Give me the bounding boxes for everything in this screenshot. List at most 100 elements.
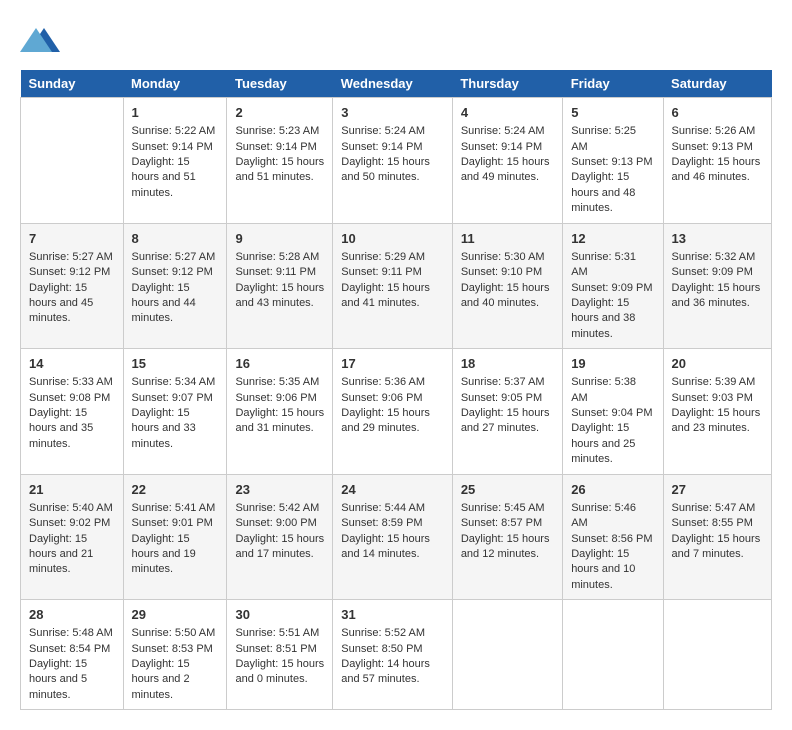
calendar-cell: 4Sunrise: 5:24 AMSunset: 9:14 PMDaylight…	[452, 98, 562, 224]
day-number: 19	[571, 355, 654, 373]
calendar-header: SundayMondayTuesdayWednesdayThursdayFrid…	[21, 70, 772, 98]
daylight: Daylight: 15 hours and 36 minutes.	[672, 281, 763, 312]
logo-icon	[20, 20, 60, 60]
sunset: Sunset: 9:14 PM	[235, 140, 324, 155]
day-number: 20	[672, 355, 763, 373]
calendar-cell: 25Sunrise: 5:45 AMSunset: 8:57 PMDayligh…	[452, 474, 562, 600]
sunset: Sunset: 9:12 PM	[132, 265, 219, 280]
sunrise: Sunrise: 5:24 AM	[461, 124, 554, 139]
calendar-week: 21Sunrise: 5:40 AMSunset: 9:02 PMDayligh…	[21, 474, 772, 600]
calendar-cell: 5Sunrise: 5:25 AMSunset: 9:13 PMDaylight…	[563, 98, 663, 224]
calendar-cell: 13Sunrise: 5:32 AMSunset: 9:09 PMDayligh…	[663, 223, 771, 349]
daylight: Daylight: 15 hours and 41 minutes.	[341, 281, 444, 312]
sunrise: Sunrise: 5:48 AM	[29, 626, 115, 641]
sunrise: Sunrise: 5:27 AM	[29, 250, 115, 265]
sunset: Sunset: 8:55 PM	[672, 516, 763, 531]
day-number: 26	[571, 481, 654, 499]
calendar-cell: 1Sunrise: 5:22 AMSunset: 9:14 PMDaylight…	[123, 98, 227, 224]
calendar-cell: 31Sunrise: 5:52 AMSunset: 8:50 PMDayligh…	[333, 600, 453, 710]
sunrise: Sunrise: 5:42 AM	[235, 501, 324, 516]
sunrise: Sunrise: 5:47 AM	[672, 501, 763, 516]
header-row: SundayMondayTuesdayWednesdayThursdayFrid…	[21, 70, 772, 98]
daylight: Daylight: 15 hours and 21 minutes.	[29, 532, 115, 578]
daylight: Daylight: 15 hours and 40 minutes.	[461, 281, 554, 312]
sunrise: Sunrise: 5:40 AM	[29, 501, 115, 516]
day-number: 5	[571, 104, 654, 122]
header-day: Friday	[563, 70, 663, 98]
calendar-week: 28Sunrise: 5:48 AMSunset: 8:54 PMDayligh…	[21, 600, 772, 710]
daylight: Daylight: 15 hours and 49 minutes.	[461, 155, 554, 186]
daylight: Daylight: 15 hours and 44 minutes.	[132, 281, 219, 327]
sunrise: Sunrise: 5:33 AM	[29, 375, 115, 390]
calendar-cell: 14Sunrise: 5:33 AMSunset: 9:08 PMDayligh…	[21, 349, 124, 475]
day-number: 31	[341, 606, 444, 624]
sunrise: Sunrise: 5:29 AM	[341, 250, 444, 265]
day-number: 30	[235, 606, 324, 624]
daylight: Daylight: 15 hours and 5 minutes.	[29, 657, 115, 703]
calendar-cell: 27 Sunrise: 5:47 AMSunset: 8:55 PMDayligh…	[663, 474, 771, 600]
daylight: Daylight: 15 hours and 25 minutes.	[571, 421, 654, 467]
day-number: 10	[341, 230, 444, 248]
day-number: 7	[29, 230, 115, 248]
calendar-cell: 6Sunrise: 5:26 AMSunset: 9:13 PMDaylight…	[663, 98, 771, 224]
sunrise: Sunrise: 5:34 AM	[132, 375, 219, 390]
calendar-cell: 7Sunrise: 5:27 AMSunset: 9:12 PMDaylight…	[21, 223, 124, 349]
calendar-cell: 17Sunrise: 5:36 AMSunset: 9:06 PMDayligh…	[333, 349, 453, 475]
header-day: Thursday	[452, 70, 562, 98]
calendar-week: 1Sunrise: 5:22 AMSunset: 9:14 PMDaylight…	[21, 98, 772, 224]
sunset: Sunset: 9:06 PM	[235, 391, 324, 406]
header-day: Monday	[123, 70, 227, 98]
calendar-cell: 29Sunrise: 5:50 AMSunset: 8:53 PMDayligh…	[123, 600, 227, 710]
daylight: Daylight: 15 hours and 33 minutes.	[132, 406, 219, 452]
sunset: Sunset: 9:11 PM	[341, 265, 444, 280]
sunrise: Sunrise: 5:27 AM	[132, 250, 219, 265]
sunset: Sunset: 8:53 PM	[132, 642, 219, 657]
calendar-table: SundayMondayTuesdayWednesdayThursdayFrid…	[20, 70, 772, 710]
sunset: Sunset: 8:50 PM	[341, 642, 444, 657]
sunrise: Sunrise: 5:51 AM	[235, 626, 324, 641]
sunrise: Sunrise: 5:23 AM	[235, 124, 324, 139]
daylight: Daylight: 15 hours and 35 minutes.	[29, 406, 115, 452]
calendar-cell: 10 Sunrise: 5:29 AMSunset: 9:11 PMDayligh…	[333, 223, 453, 349]
daylight: Daylight: 14 hours and 57 minutes.	[341, 657, 444, 688]
sunset: Sunset: 8:57 PM	[461, 516, 554, 531]
page-header	[20, 20, 772, 60]
header-day: Saturday	[663, 70, 771, 98]
day-number: 22	[132, 481, 219, 499]
daylight: Daylight: 15 hours and 12 minutes.	[461, 532, 554, 563]
calendar-cell	[21, 98, 124, 224]
sunrise: Sunrise: 5:37 AM	[461, 375, 554, 390]
calendar-cell	[663, 600, 771, 710]
day-number: 16	[235, 355, 324, 373]
sunrise: Sunrise: 5:30 AM	[461, 250, 554, 265]
day-number: 14	[29, 355, 115, 373]
sunset: Sunset: 9:04 PM	[571, 406, 654, 421]
day-number: 13	[672, 230, 763, 248]
day-number: 17	[341, 355, 444, 373]
daylight: Daylight: 15 hours and 46 minutes.	[672, 155, 763, 186]
header-day: Tuesday	[227, 70, 333, 98]
day-number: 18	[461, 355, 554, 373]
sunset: Sunset: 9:06 PM	[341, 391, 444, 406]
day-number: 11	[461, 230, 554, 248]
calendar-cell: 3Sunrise: 5:24 AMSunset: 9:14 PMDaylight…	[333, 98, 453, 224]
calendar-week: 7Sunrise: 5:27 AMSunset: 9:12 PMDaylight…	[21, 223, 772, 349]
sunset: Sunset: 9:00 PM	[235, 516, 324, 531]
calendar-cell	[452, 600, 562, 710]
calendar-cell: 22Sunrise: 5:41 AMSunset: 9:01 PMDayligh…	[123, 474, 227, 600]
sunset: Sunset: 9:13 PM	[672, 140, 763, 155]
logo	[20, 20, 64, 60]
calendar-cell: 18Sunrise: 5:37 AMSunset: 9:05 PMDayligh…	[452, 349, 562, 475]
day-number: 9	[235, 230, 324, 248]
day-number: 27	[672, 481, 763, 499]
sunrise: Sunrise: 5:45 AM	[461, 501, 554, 516]
calendar-body: 1Sunrise: 5:22 AMSunset: 9:14 PMDaylight…	[21, 98, 772, 710]
daylight: Daylight: 15 hours and 51 minutes.	[235, 155, 324, 186]
daylight: Daylight: 15 hours and 17 minutes.	[235, 532, 324, 563]
daylight: Daylight: 15 hours and 7 minutes.	[672, 532, 763, 563]
calendar-cell: 24Sunrise: 5:44 AMSunset: 8:59 PMDayligh…	[333, 474, 453, 600]
day-number: 4	[461, 104, 554, 122]
daylight: Daylight: 15 hours and 29 minutes.	[341, 406, 444, 437]
calendar-cell: 23Sunrise: 5:42 AMSunset: 9:00 PMDayligh…	[227, 474, 333, 600]
sunset: Sunset: 9:12 PM	[29, 265, 115, 280]
